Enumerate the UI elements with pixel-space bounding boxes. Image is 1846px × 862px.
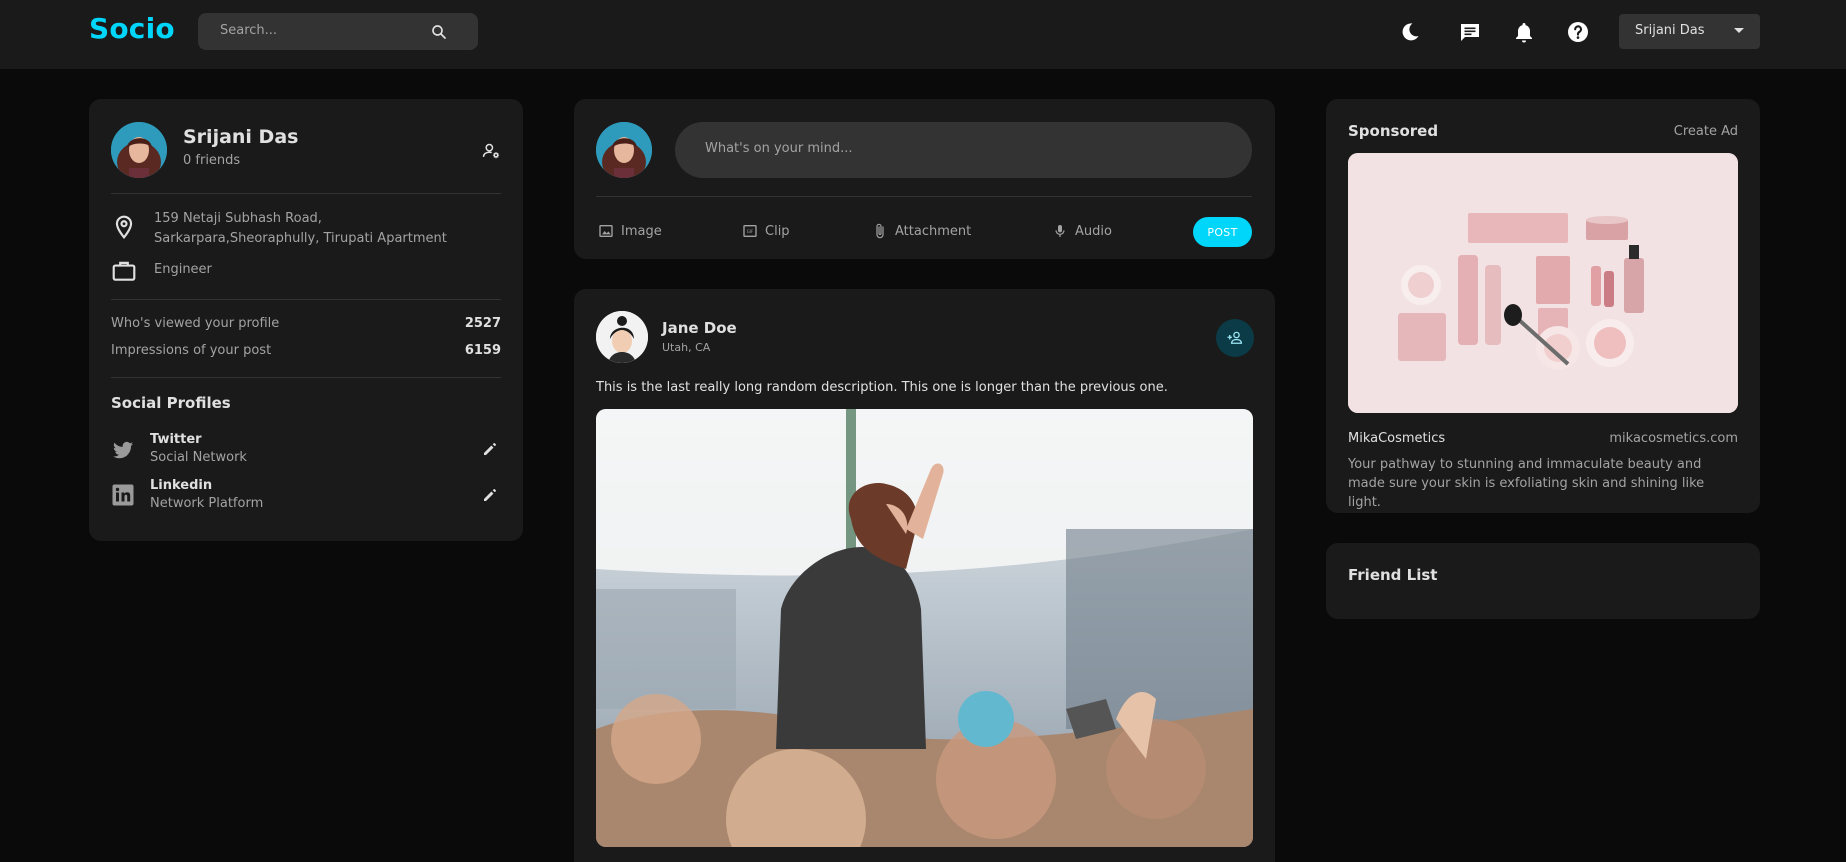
- profile-divider-1: [111, 193, 501, 194]
- friend-list-card: Friend List: [1326, 543, 1760, 619]
- image-icon: [599, 225, 613, 237]
- user-dropdown[interactable]: Srijani Das: [1619, 14, 1760, 49]
- profile-divider-2: [111, 299, 501, 300]
- post-input[interactable]: What's on your mind...: [675, 122, 1252, 178]
- social-twitter-name[interactable]: Twitter: [150, 432, 202, 447]
- audio-tool-button[interactable]: Audio: [1052, 221, 1112, 241]
- linkedin-icon: [112, 484, 134, 506]
- person-add-icon: [1227, 331, 1243, 344]
- post-author-name[interactable]: Jane Doe: [662, 319, 737, 337]
- post-button[interactable]: POST: [1193, 217, 1252, 247]
- attachment-tool-label: Attachment: [895, 223, 972, 239]
- create-ad-link[interactable]: Create Ad: [1674, 124, 1738, 139]
- friends-count: 0 friends: [183, 153, 241, 168]
- add-friend-button[interactable]: [1216, 319, 1254, 357]
- twitter-icon: [113, 441, 133, 459]
- svg-text:GIF: GIF: [747, 229, 754, 234]
- work-icon: [112, 261, 136, 281]
- edit-twitter-icon[interactable]: [481, 440, 499, 458]
- bell-icon[interactable]: [1512, 20, 1536, 44]
- stat-value-impressions: 6159: [464, 343, 501, 358]
- ad-website[interactable]: mikacosmetics.com: [1609, 431, 1738, 446]
- message-icon[interactable]: [1458, 20, 1482, 44]
- composer-card: What's on your mind... Image GIF Clip At…: [574, 99, 1275, 259]
- stat-value-views: 2527: [464, 316, 501, 331]
- stat-label-impressions: Impressions of your post: [111, 343, 272, 358]
- moon-icon[interactable]: [1398, 20, 1422, 44]
- profile-card: Srijani Das 0 friends 159 Netaji Subhash…: [89, 99, 523, 541]
- address-text: 159 Netaji Subhash Road, Sarkarpara,Sheo…: [154, 211, 447, 246]
- profile-divider-3: [111, 377, 501, 378]
- social-twitter-sub: Social Network: [150, 450, 247, 465]
- audio-tool-label: Audio: [1075, 223, 1112, 239]
- post-description: This is the last really long random desc…: [596, 380, 1168, 395]
- image-tool-button[interactable]: Image: [598, 221, 662, 241]
- search-box[interactable]: Search...: [198, 13, 478, 50]
- search-input[interactable]: Search...: [220, 23, 277, 38]
- manage-accounts-icon[interactable]: [481, 141, 501, 161]
- user-dropdown-label: Srijani Das: [1635, 23, 1705, 38]
- help-icon[interactable]: [1566, 20, 1590, 44]
- edit-linkedin-icon[interactable]: [481, 486, 499, 504]
- profile-avatar[interactable]: [111, 122, 167, 178]
- stat-label-views: Who's viewed your profile: [111, 316, 280, 331]
- ad-image[interactable]: [1348, 153, 1738, 413]
- attachment-tool-button[interactable]: Attachment: [872, 221, 971, 241]
- composer-divider: [596, 196, 1252, 197]
- post-author-avatar[interactable]: [596, 311, 648, 363]
- top-navbar: Socio Search... Srijani Das: [0, 0, 1846, 69]
- post-input-placeholder: What's on your mind...: [705, 141, 853, 156]
- ad-brand-name[interactable]: MikaCosmetics: [1348, 431, 1445, 446]
- post-photo[interactable]: [596, 409, 1253, 847]
- sponsored-title: Sponsored: [1348, 122, 1439, 140]
- sponsored-card: Sponsored Create Ad MikaCosmetics mikaco…: [1326, 99, 1760, 513]
- composer-avatar[interactable]: [596, 122, 652, 178]
- profile-name[interactable]: Srijani Das: [183, 126, 298, 148]
- app-logo[interactable]: Socio: [89, 12, 175, 45]
- location-icon: [115, 215, 133, 239]
- attachment-icon: [876, 223, 884, 239]
- post-card: Jane Doe Utah, CA This is the last reall…: [574, 289, 1275, 862]
- social-linkedin-sub: Network Platform: [150, 496, 264, 511]
- clip-tool-button[interactable]: GIF Clip: [742, 221, 790, 241]
- social-profiles-title: Social Profiles: [111, 394, 231, 412]
- post-author-location: Utah, CA: [662, 341, 711, 354]
- ad-description: Your pathway to stunning and immaculate …: [1348, 457, 1705, 510]
- chevron-down-icon: [1734, 28, 1744, 33]
- clip-tool-label: Clip: [765, 223, 790, 239]
- friend-list-title: Friend List: [1348, 566, 1438, 584]
- image-tool-label: Image: [621, 223, 662, 239]
- social-linkedin-name[interactable]: Linkedin: [150, 478, 212, 493]
- gif-icon: GIF: [743, 225, 757, 237]
- microphone-icon: [1055, 225, 1065, 237]
- search-icon[interactable]: [430, 23, 448, 41]
- occupation-text: Engineer: [154, 262, 212, 277]
